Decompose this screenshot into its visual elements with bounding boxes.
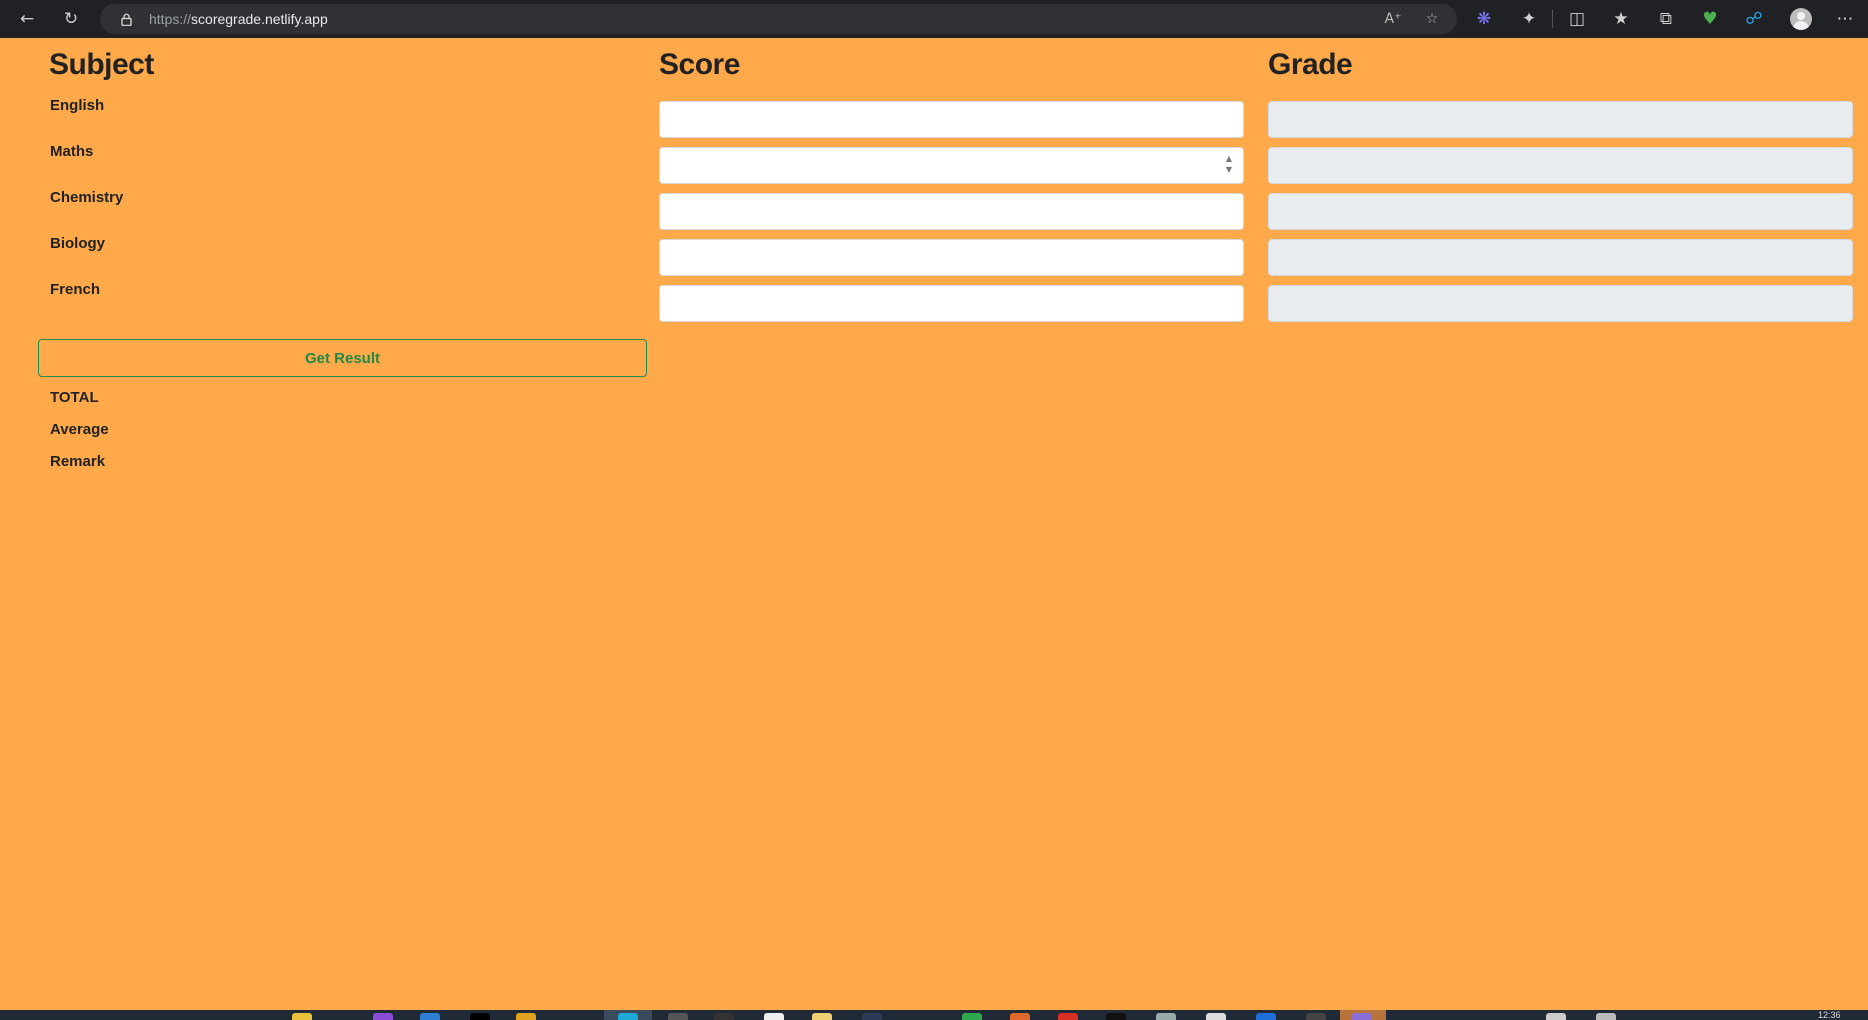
score-input-chemistry[interactable] (659, 193, 1244, 230)
taskbar-app-icon[interactable] (862, 1013, 882, 1020)
grade-field-biology (1268, 239, 1853, 276)
edge-icon[interactable]: ☍ (1743, 8, 1765, 30)
taskbar-app-icon[interactable] (618, 1013, 638, 1020)
toolbar-divider (1552, 10, 1553, 28)
grade-header: Grade (1268, 48, 1353, 81)
taskbar-app-icon[interactable] (1010, 1013, 1030, 1020)
taskbar-app-icon[interactable] (764, 1013, 784, 1020)
taskbar-app-icon[interactable] (668, 1013, 688, 1020)
taskbar-app-icon[interactable] (714, 1013, 734, 1020)
grade-field-maths (1268, 147, 1853, 184)
taskbar-app-icon[interactable] (373, 1013, 393, 1020)
number-spinner-icon[interactable]: ▲ ▼ (1224, 153, 1234, 175)
grade-field-english (1268, 101, 1853, 138)
split-screen-icon[interactable]: ◫ (1566, 8, 1588, 30)
subject-french: French (50, 281, 101, 298)
taskbar-app-icon[interactable] (516, 1013, 536, 1020)
taskbar-app-icon[interactable] (1058, 1013, 1078, 1020)
more-options-icon[interactable]: ⋯ (1834, 8, 1856, 30)
taskbar-clock[interactable]: 12:36 (1818, 1010, 1841, 1020)
taskbar-app-icon[interactable] (420, 1013, 440, 1020)
taskbar-app-icon[interactable] (1206, 1013, 1226, 1020)
score-input-english[interactable] (659, 101, 1244, 138)
url-host: scoregrade.netlify.app (191, 11, 328, 27)
taskbar-app-icon[interactable] (1352, 1013, 1372, 1020)
browser-toolbar: ← ↻ https://scoregrade.netlify.app A⁺ ☆ … (0, 0, 1868, 38)
get-result-button[interactable]: Get Result (38, 339, 647, 377)
grade-field-french (1268, 285, 1853, 322)
extensions-puzzle-icon[interactable]: ✦ (1518, 8, 1540, 30)
score-header: Score (659, 48, 740, 81)
favorites-icon[interactable]: ★ (1610, 8, 1632, 30)
score-input-french[interactable] (659, 285, 1244, 322)
favorite-star-icon[interactable]: ☆ (1422, 10, 1442, 28)
score-input-biology[interactable] (659, 239, 1244, 276)
total-label: TOTAL (50, 389, 99, 406)
score-input-maths[interactable] (659, 147, 1244, 184)
taskbar-app-icon[interactable] (470, 1013, 490, 1020)
back-arrow-icon[interactable]: ← (16, 8, 38, 30)
taskbar-app-icon[interactable] (962, 1013, 982, 1020)
taskbar-app-icon[interactable] (292, 1013, 312, 1020)
taskbar-app-icon[interactable] (1156, 1013, 1176, 1020)
url-protocol: https:// (149, 11, 192, 27)
address-bar[interactable]: https://scoregrade.netlify.app A⁺ ☆ (100, 4, 1457, 34)
browser-essentials-icon[interactable]: ♥ (1699, 8, 1721, 30)
url-text[interactable]: https://scoregrade.netlify.app (149, 11, 328, 27)
taskbar-app-icon[interactable] (1306, 1013, 1326, 1020)
os-taskbar (0, 1010, 1868, 1020)
collections-icon[interactable]: ⧉ (1655, 8, 1677, 30)
tray-icon[interactable] (1546, 1013, 1566, 1020)
subject-header: Subject (49, 48, 154, 81)
subject-chemistry: Chemistry (50, 189, 124, 206)
remark-label: Remark (50, 453, 106, 470)
grade-field-chemistry (1268, 193, 1853, 230)
average-label: Average (50, 421, 109, 438)
subject-english: English (50, 97, 105, 114)
refresh-icon[interactable]: ↻ (60, 8, 82, 30)
read-aloud-icon[interactable]: A⁺ (1383, 10, 1403, 28)
taskbar-app-icon[interactable] (1106, 1013, 1126, 1020)
lock-icon[interactable] (118, 11, 134, 27)
taskbar-app-icon[interactable] (812, 1013, 832, 1020)
taskbar-app-icon[interactable] (1256, 1013, 1276, 1020)
subject-biology: Biology (50, 235, 105, 252)
extension-icon[interactable]: ❋ (1473, 8, 1495, 30)
tray-icon[interactable] (1596, 1013, 1616, 1020)
subject-maths: Maths (50, 143, 94, 160)
profile-avatar[interactable] (1790, 8, 1812, 30)
score-field-maths: ▲ ▼ (659, 147, 1244, 184)
